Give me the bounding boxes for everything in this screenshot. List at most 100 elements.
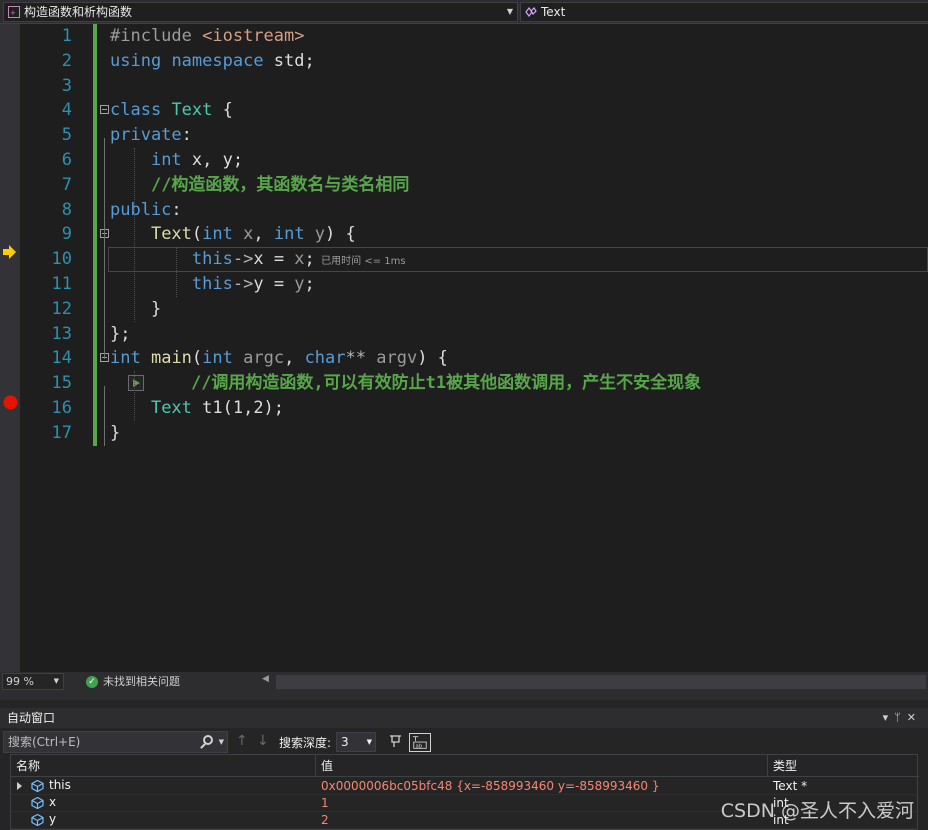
breakpoint-icon[interactable] (3, 395, 18, 410)
code-line[interactable]: 7 //构造函数，其函数名与类名相同 (20, 172, 928, 198)
line-number: 3 (61, 75, 72, 96)
code-text[interactable]: public: (110, 198, 182, 223)
search-down-icon[interactable]: ↓ (257, 733, 269, 749)
line-number: 4 (61, 100, 72, 121)
code-token: namespace (171, 50, 264, 71)
code-token: ) { (325, 224, 356, 245)
code-line[interactable]: 5 private: (20, 123, 928, 148)
change-indicator (93, 73, 97, 99)
code-text[interactable]: this->x = x; 已用时间 <= 1ms (110, 247, 406, 275)
code-token: int (150, 150, 182, 170)
variable-value[interactable]: 2 (316, 812, 768, 828)
line-number: 10 (51, 249, 72, 270)
pin-icon[interactable] (388, 734, 404, 750)
search-input[interactable]: 搜索(Ctrl+E) ▼ (3, 731, 228, 753)
pin-window-icon[interactable]: ᛘ (894, 711, 907, 724)
search-depth-dropdown[interactable]: 3 ▼ (336, 732, 376, 752)
search-up-icon[interactable]: ↑ (236, 733, 248, 749)
line-number: 6 (61, 150, 72, 170)
code-line[interactable]: 10 this->x = x; 已用时间 <= 1ms (20, 247, 928, 272)
indent-guide (134, 371, 135, 421)
code-line[interactable]: 13}; (20, 321, 928, 347)
code-text[interactable]: Text t1(1,2); (110, 396, 284, 421)
indicator-margin[interactable] (0, 24, 20, 672)
code-line[interactable]: 9 Text(int x, int y) { (20, 222, 928, 248)
variable-value[interactable]: 0x0000006bc05bfc48 {x=-858993460 y=-8589… (316, 778, 768, 794)
code-line[interactable]: 2 using namespace std; (20, 48, 928, 74)
chevron-down-icon: ▼ (506, 7, 513, 16)
perf-tip[interactable]: 已用时间 <= 1ms (321, 256, 405, 267)
chevron-down-icon[interactable]: ▼ (219, 732, 224, 752)
run-to-click-icon[interactable] (128, 375, 144, 392)
line-number: 14 (51, 348, 72, 369)
code-text[interactable]: //构造函数，其函数名与类名相同 (110, 173, 409, 198)
code-text[interactable]: using namespace std; (110, 49, 315, 74)
line-number: 7 (61, 174, 72, 195)
change-indicator (93, 172, 97, 198)
line-number: 12 (51, 298, 72, 319)
change-indicator (93, 98, 97, 124)
code-line[interactable]: 15 //调用构造函数,可以有效防止t1被其他函数调用，产生不安全现象 (20, 371, 928, 396)
code-text[interactable]: Text(int x, int y) { (110, 222, 356, 247)
line-number: 15 (51, 373, 72, 394)
code-token: Text (150, 224, 192, 245)
code-text[interactable]: } (110, 421, 120, 446)
code-text[interactable]: int main(int argc, char** argv) { (110, 346, 448, 371)
change-indicator (93, 48, 97, 74)
code-text[interactable]: //调用构造函数,可以有效防止t1被其他函数调用，产生不安全现象 (150, 371, 701, 396)
close-icon[interactable]: ✕ (907, 711, 922, 724)
column-header-name[interactable]: 名称 (11, 755, 316, 776)
expand-icon[interactable] (17, 782, 22, 790)
zoom-dropdown[interactable]: 99 % ▼ (2, 673, 64, 690)
member-dropdown[interactable]: Text (520, 2, 928, 22)
grid-header: 名称 值 类型 (11, 755, 919, 777)
window-menu-icon[interactable]: ▾ (883, 711, 895, 724)
code-line[interactable]: 3 (20, 73, 928, 99)
code-editor[interactable]: 1 #include <iostream> 2 using namespace std… (0, 24, 928, 672)
line-number: 8 (61, 199, 72, 220)
collapse-icon[interactable] (100, 105, 109, 115)
code-token: char (304, 348, 346, 369)
code-line[interactable]: 6 int x, y; (20, 148, 928, 173)
code-line[interactable]: 1 #include <iostream> (20, 24, 928, 49)
code-text[interactable]: this->y = y; (110, 272, 315, 297)
code-line[interactable]: 8 public: (20, 197, 928, 223)
code-text[interactable]: class Text { (110, 98, 233, 123)
code-token: Text (171, 100, 213, 121)
table-row[interactable]: this 0x0000006bc05bfc48 {x=-858993460 y=-… (11, 778, 919, 795)
horizontal-scrollbar[interactable] (276, 675, 926, 689)
code-token: int (202, 224, 233, 245)
code-token: } (110, 422, 121, 443)
view-format-icon[interactable]: ab (409, 733, 431, 752)
code-text[interactable]: int x, y; (110, 148, 243, 173)
variable-icon (31, 797, 44, 809)
code-text[interactable]: #include <iostream> (110, 24, 304, 49)
variable-value[interactable]: 1 (316, 795, 768, 811)
outline-guide (104, 138, 105, 359)
code-token: Text (150, 398, 192, 418)
scope-dropdown[interactable]: + 构造函数和析构函数 ▼ (3, 2, 518, 22)
search-icon[interactable] (203, 735, 213, 745)
code-line[interactable]: 11 this->y = y; (20, 272, 928, 297)
code-line[interactable]: 12 } (20, 296, 928, 322)
code-line[interactable]: 17} (20, 420, 928, 446)
code-token: = (263, 249, 295, 270)
code-text[interactable]: }; (110, 322, 130, 347)
code-text[interactable]: } (110, 297, 161, 322)
issues-label: 未找到相关问题 (103, 675, 180, 688)
autos-toolbar: 搜索(Ctrl+E) ▼ ↑ ↓ 搜索深度: 3 ▼ ab (0, 730, 928, 754)
code-token: main (150, 348, 192, 369)
code-token: #include (110, 26, 203, 46)
code-text[interactable]: private: (110, 123, 192, 148)
code-token: using (110, 50, 162, 71)
scroll-left-icon[interactable]: ◀ (262, 674, 269, 684)
code-line[interactable]: 4 class Text { (20, 98, 928, 124)
column-header-type[interactable]: 类型 (768, 755, 918, 776)
line-number: 5 (61, 125, 72, 146)
code-line[interactable]: 14 int main(int argc, char** argv) { (20, 346, 928, 372)
code-line[interactable]: 16 Text t1(1,2); (20, 396, 928, 421)
column-header-value[interactable]: 值 (316, 755, 768, 776)
code-token: : (181, 125, 192, 146)
code-area[interactable]: 1 #include <iostream> 2 using namespace std… (20, 24, 928, 672)
